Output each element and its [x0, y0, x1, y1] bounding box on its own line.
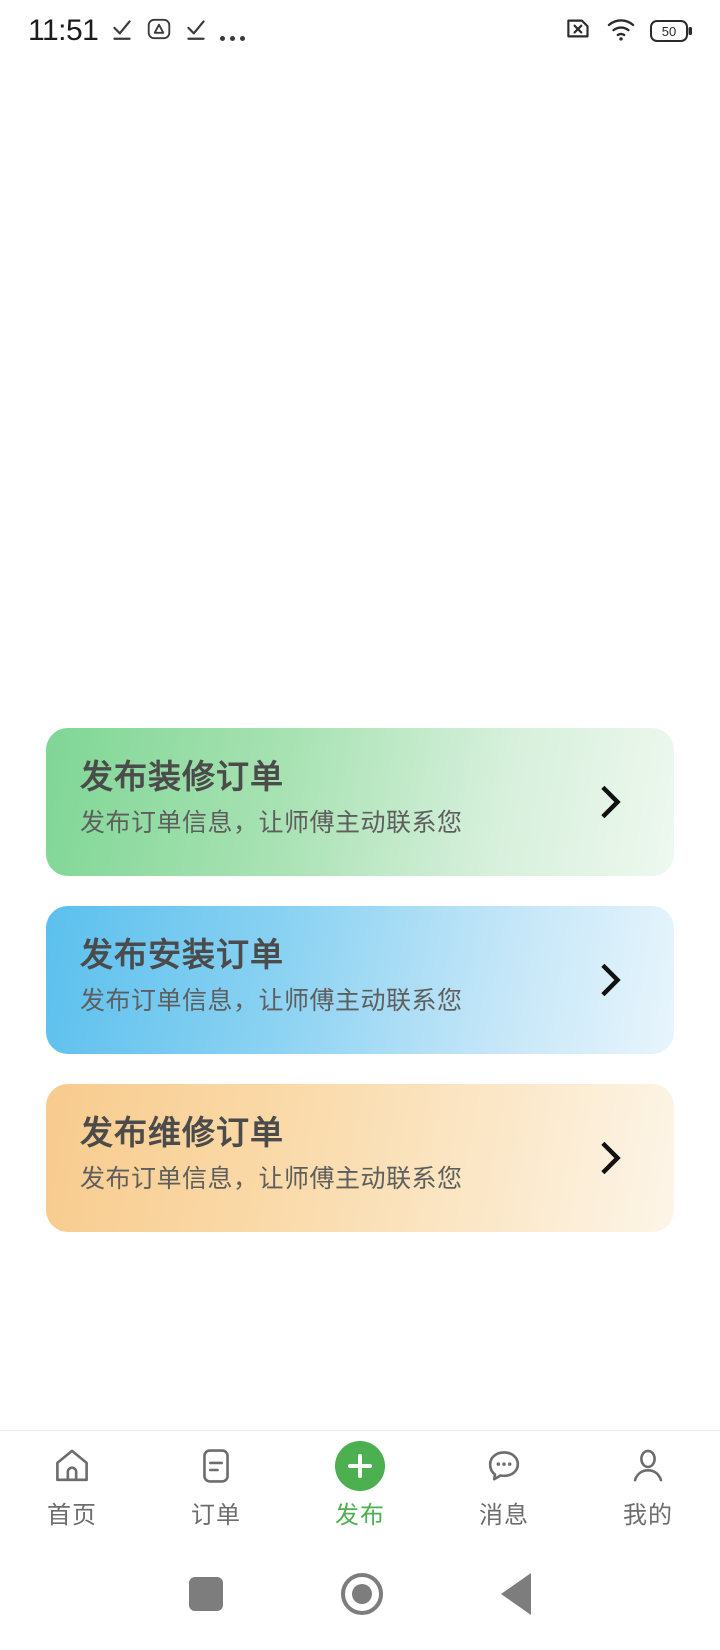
app-screen: 11:51 50 发布装修订单 发布订单信息，让师傅主动联系您 发布安装订单 发… — [0, 0, 720, 1650]
home-icon — [52, 1444, 92, 1488]
tab-label: 订单 — [191, 1502, 241, 1529]
status-bar-clock: 11:51 — [28, 14, 99, 47]
android-navigation-bar — [0, 1538, 720, 1650]
tab-label: 发布 — [335, 1502, 385, 1529]
download-done-icon-2 — [183, 16, 209, 47]
chat-bubble-icon — [484, 1444, 524, 1488]
card-title: 发布装修订单 — [80, 758, 284, 795]
card-subtitle: 发布订单信息，让师傅主动联系您 — [80, 1164, 463, 1193]
tab-label: 消息 — [479, 1502, 529, 1529]
battery-icon: 50 — [650, 18, 694, 44]
publish-repair-order-card[interactable]: 发布维修订单 发布订单信息，让师傅主动联系您 — [46, 1084, 674, 1232]
chevron-right-icon[interactable] — [594, 1141, 628, 1175]
document-icon — [196, 1444, 236, 1488]
person-icon — [628, 1444, 668, 1488]
battery-level-text: 50 — [662, 24, 676, 39]
publish-decoration-order-card[interactable]: 发布装修订单 发布订单信息，让师傅主动联系您 — [46, 728, 674, 876]
status-bar-right: 50 — [565, 15, 694, 47]
tab-orders[interactable]: 订单 — [144, 1444, 288, 1530]
download-done-icon — [109, 16, 135, 47]
card-title: 发布安装订单 — [80, 936, 284, 973]
card-subtitle: 发布订单信息，让师傅主动联系您 — [80, 986, 463, 1015]
main-content: 发布装修订单 发布订单信息，让师傅主动联系您 发布安装订单 发布订单信息，让师傅… — [0, 62, 720, 1430]
chevron-right-icon[interactable] — [594, 785, 628, 819]
bottom-tab-bar: 首页 订单 发布 消息 我的 — [0, 1430, 720, 1538]
card-subtitle: 发布订单信息，让师傅主动联系您 — [80, 808, 463, 837]
status-bar: 11:51 50 — [0, 0, 720, 62]
triangle-left-icon[interactable] — [501, 1573, 531, 1615]
card-title: 发布维修订单 — [80, 1114, 284, 1151]
tab-label: 我的 — [623, 1502, 673, 1529]
publish-options-list: 发布装修订单 发布订单信息，让师傅主动联系您 发布安装订单 发布订单信息，让师傅… — [0, 728, 720, 1232]
tab-label: 首页 — [47, 1502, 97, 1529]
circle-icon[interactable] — [341, 1573, 383, 1615]
status-bar-left: 11:51 — [28, 14, 246, 48]
tab-messages[interactable]: 消息 — [432, 1444, 576, 1530]
plus-circle-icon — [335, 1441, 385, 1491]
triangle-alert-icon — [146, 16, 172, 47]
wifi-icon — [606, 16, 636, 47]
tab-profile[interactable]: 我的 — [576, 1444, 720, 1530]
tab-publish[interactable]: 发布 — [288, 1441, 432, 1530]
chevron-right-icon[interactable] — [594, 963, 628, 997]
publish-installation-order-card[interactable]: 发布安装订单 发布订单信息，让师傅主动联系您 — [46, 906, 674, 1054]
tab-home[interactable]: 首页 — [0, 1444, 144, 1530]
square-icon[interactable] — [189, 1577, 223, 1611]
sim-card-off-icon — [565, 15, 592, 47]
more-dots-icon — [220, 17, 246, 45]
